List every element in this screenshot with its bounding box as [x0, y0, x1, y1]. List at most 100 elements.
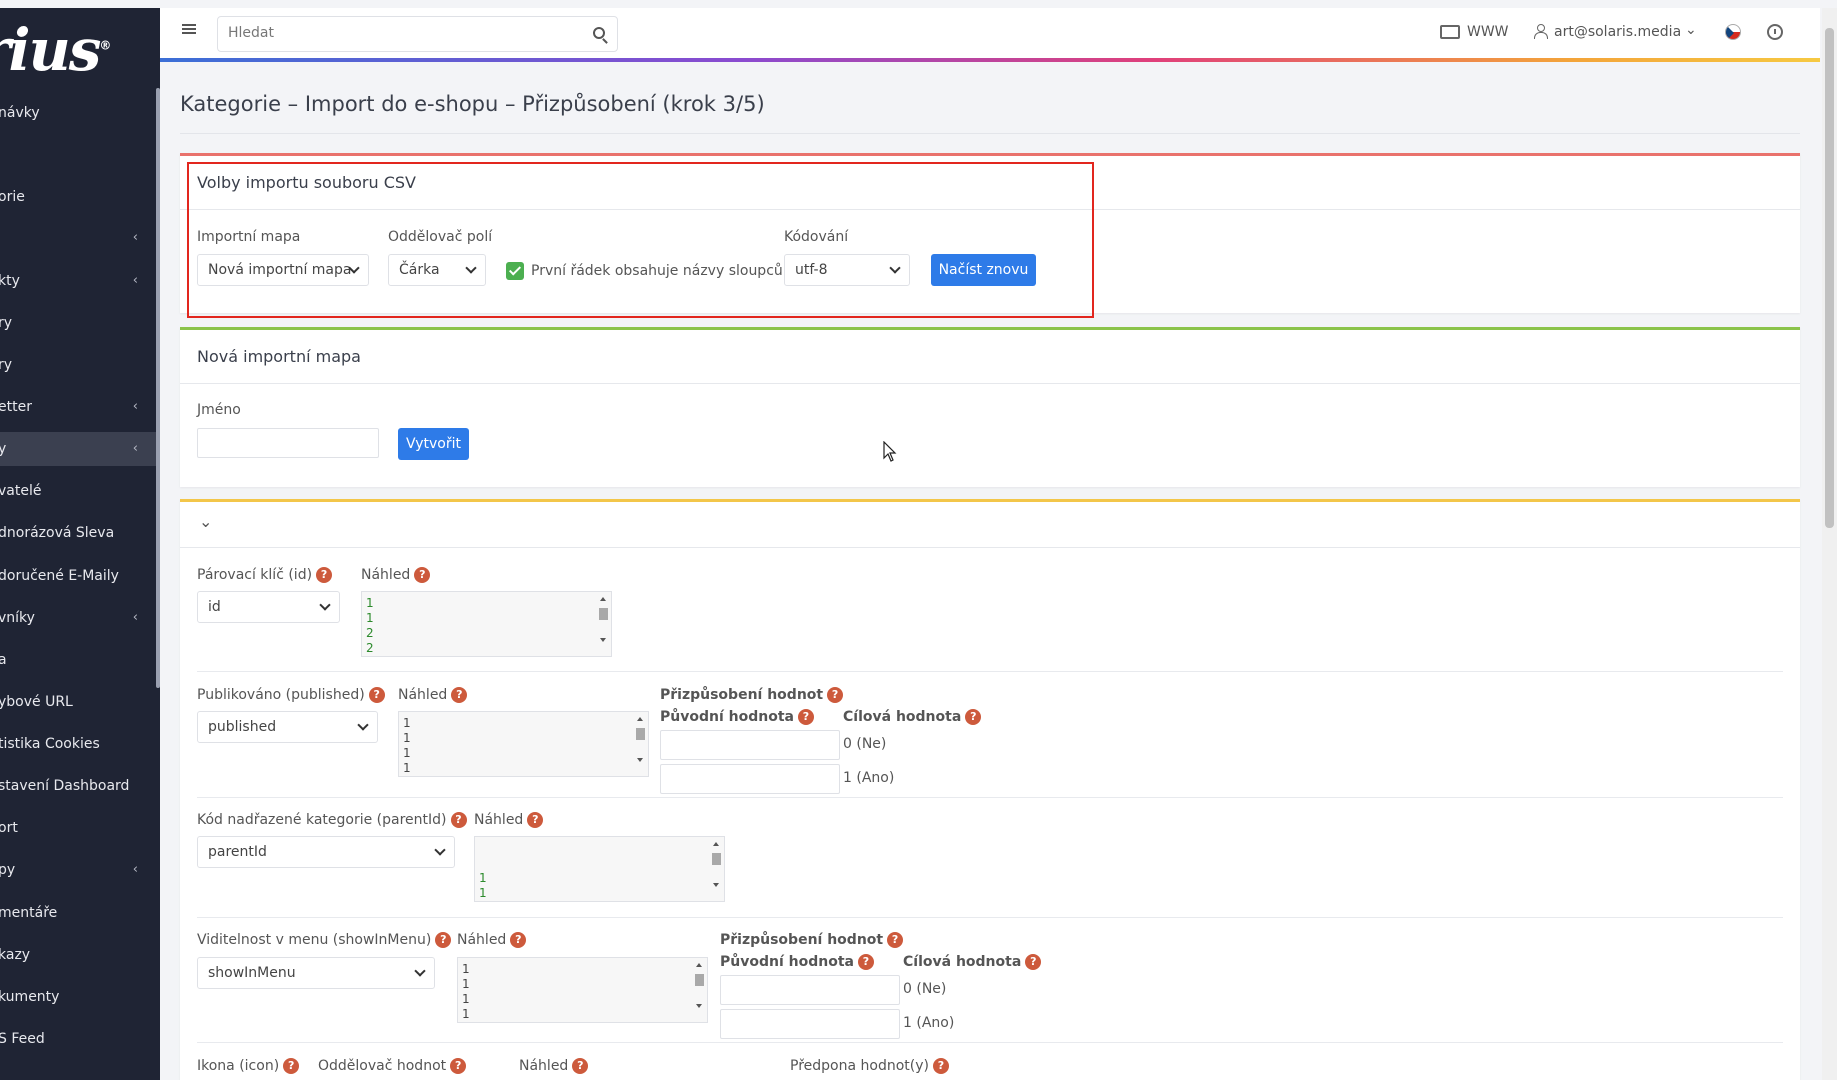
preview-line [479, 856, 720, 871]
help-icon[interactable]: ? [965, 709, 982, 725]
help-icon[interactable]: ? [283, 1058, 300, 1074]
help-icon[interactable]: ? [316, 567, 333, 583]
preview-box[interactable]: 1 1 1 1 [457, 957, 708, 1023]
chevron-left-icon: ‹ [132, 230, 138, 245]
sidebar-item[interactable]: ry [0, 306, 156, 340]
help-icon[interactable]: ? [932, 1058, 949, 1074]
select-value: id [208, 599, 221, 615]
chevron-left-icon: ‹ [132, 862, 138, 877]
create-button[interactable]: Vytvořit [398, 428, 469, 460]
field-label: Párovací klíč (id)? [197, 567, 333, 583]
preview-line: 2 [366, 641, 374, 655]
preview-line: 2 [366, 626, 374, 640]
sidebar-item[interactable]: mentáře [0, 896, 156, 930]
hamburger-menu-icon[interactable] [182, 24, 196, 34]
preview-scrollbar[interactable] [710, 840, 722, 895]
help-icon[interactable]: ? [435, 932, 452, 948]
sidebar-item[interactable]: etter ‹ [0, 390, 156, 424]
help-icon[interactable]: ? [368, 687, 385, 703]
help-icon[interactable]: ? [572, 1058, 589, 1074]
preview-scrollbar[interactable] [693, 961, 705, 1016]
mapping-card: ⌄ Párovací klíč (id)? id Náhled? 1 1 2 2… [180, 499, 1800, 1080]
page-scrollbar[interactable] [1822, 8, 1837, 1080]
sidebar-item[interactable]: ort [0, 811, 156, 845]
divider [197, 1042, 1783, 1043]
sidebar-item[interactable]: kumenty [0, 980, 156, 1014]
sidebar-item[interactable]: návky [0, 96, 156, 130]
search-box[interactable] [217, 16, 618, 52]
sidebar-item-active[interactable]: y ‹ [0, 432, 156, 466]
help-icon[interactable]: ? [797, 709, 814, 725]
app-logo[interactable]: rius® [0, 16, 111, 84]
monitor-icon[interactable] [1440, 25, 1460, 39]
field-select[interactable]: showInMenu [197, 957, 435, 989]
card-title: Nová importní mapa [180, 330, 1800, 384]
chevron-left-icon: ‹ [132, 399, 138, 414]
search-input[interactable] [228, 25, 568, 41]
chevron-down-icon [357, 719, 369, 731]
name-input[interactable] [197, 428, 379, 458]
sidebar-item-label: doručené E-Maily [0, 568, 119, 584]
user-menu[interactable]: art@solaris.media [1554, 24, 1681, 40]
chevron-down-icon[interactable]: ⌄ [1685, 22, 1697, 38]
field-label: Viditelnost v menu (showInMenu)? [197, 932, 452, 948]
help-icon[interactable]: ? [857, 954, 874, 970]
help-icon[interactable]: ? [414, 567, 431, 583]
preview-label: Náhled? [457, 932, 527, 948]
czech-flag-icon[interactable] [1725, 24, 1741, 40]
target-value-no: 0 (Ne) [843, 736, 887, 752]
chevron-down-icon[interactable]: ⌄ [199, 512, 212, 531]
sidebar-item[interactable]: kty ‹ [0, 264, 156, 298]
help-icon[interactable]: ? [451, 687, 468, 703]
preview-line [479, 841, 720, 856]
original-value-input-yes[interactable] [660, 764, 840, 794]
chevron-down-icon [414, 965, 426, 977]
select-value: showInMenu [208, 965, 296, 981]
help-icon[interactable]: ? [450, 812, 467, 828]
sidebar-item-label: vatelé [0, 483, 42, 499]
scrollbar-thumb[interactable] [1825, 28, 1834, 528]
sidebar-item[interactable]: vatelé [0, 474, 156, 508]
sidebar-scrollbar[interactable] [156, 88, 160, 688]
sidebar-item[interactable]: ybové URL [0, 685, 156, 719]
sidebar-item[interactable]: ry [0, 348, 156, 382]
field-label: Publikováno (published)? [197, 687, 385, 703]
sidebar-item[interactable]: a [0, 643, 156, 677]
sidebar-item[interactable]: stavení Dashboard [0, 769, 156, 803]
field-select[interactable]: id [197, 591, 340, 623]
original-value-input-no[interactable] [720, 975, 900, 1005]
preview-scrollbar[interactable] [634, 715, 646, 770]
mouse-cursor-icon [883, 441, 897, 462]
sidebar-item[interactable]: dnorázová Sleva [0, 516, 156, 550]
preview-scrollbar[interactable] [597, 595, 609, 650]
field-select[interactable]: parentId [197, 836, 455, 868]
field-label: Ikona (icon)? [197, 1058, 300, 1074]
search-icon[interactable] [593, 27, 605, 39]
sidebar-item[interactable]: tistika Cookies [0, 727, 156, 761]
sidebar-item[interactable]: vníky ‹ [0, 601, 156, 635]
preview-box[interactable]: 1 1 2 2 [361, 591, 612, 657]
sidebar-item[interactable]: orie [0, 180, 156, 214]
preview-line: 1 [403, 761, 411, 775]
sidebar-item-label: S Feed [0, 1031, 45, 1047]
sidebar-item[interactable]: ‹ [0, 221, 156, 255]
help-icon[interactable]: ? [450, 1058, 467, 1074]
sidebar-item[interactable]: py ‹ [0, 853, 156, 887]
help-icon[interactable]: ? [887, 932, 904, 948]
sidebar-item[interactable]: doručené E-Maily [0, 559, 156, 593]
sidebar-item[interactable]: kazy [0, 938, 156, 972]
field-select[interactable]: published [197, 711, 378, 743]
help-icon[interactable]: ? [827, 687, 844, 703]
www-link[interactable]: WWW [1467, 24, 1509, 40]
sidebar-item-label: stavení Dashboard [0, 778, 130, 794]
help-icon[interactable]: ? [527, 812, 544, 828]
annotation-highlight-box [187, 162, 1094, 318]
power-icon[interactable] [1767, 24, 1783, 40]
preview-box[interactable]: 1 1 [474, 836, 725, 902]
sidebar-item[interactable]: S Feed [0, 1022, 156, 1056]
help-icon[interactable]: ? [510, 932, 527, 948]
help-icon[interactable]: ? [1025, 954, 1042, 970]
original-value-input-yes[interactable] [720, 1009, 900, 1039]
original-value-input-no[interactable] [660, 730, 840, 760]
preview-box[interactable]: 1 1 1 1 [398, 711, 649, 777]
